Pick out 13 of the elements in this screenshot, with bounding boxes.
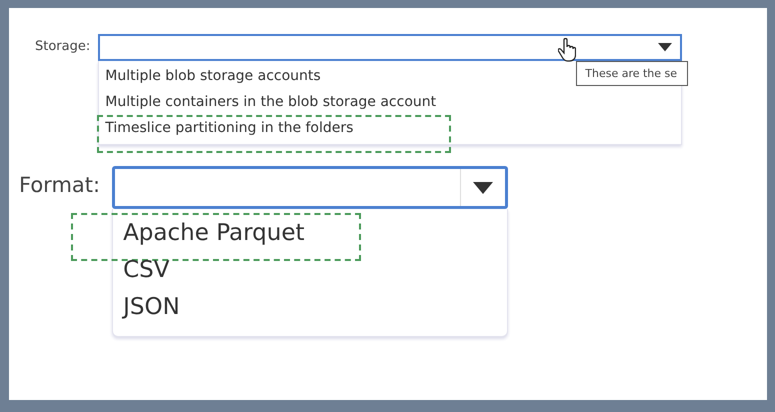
dropdown-option[interactable]: Multiple containers in the blob storage account [105, 91, 436, 113]
caret-icon [658, 43, 672, 52]
dropdown-option[interactable]: Apache Parquet [123, 215, 305, 252]
dropdown-option[interactable]: CSV [123, 252, 170, 289]
caret-icon [473, 182, 494, 194]
dropdown[interactable] [98, 34, 682, 61]
dropdown-option[interactable]: JSON [123, 289, 180, 326]
dropdown[interactable] [112, 166, 508, 209]
field-label: Storage: [35, 39, 90, 54]
field-label: Format: [19, 173, 100, 197]
tooltip: These are the se [576, 61, 688, 86]
dropdown-option[interactable]: Timeslice partitioning in the folders [105, 117, 354, 139]
dropdown-option[interactable]: Multiple blob storage accounts [105, 65, 321, 87]
